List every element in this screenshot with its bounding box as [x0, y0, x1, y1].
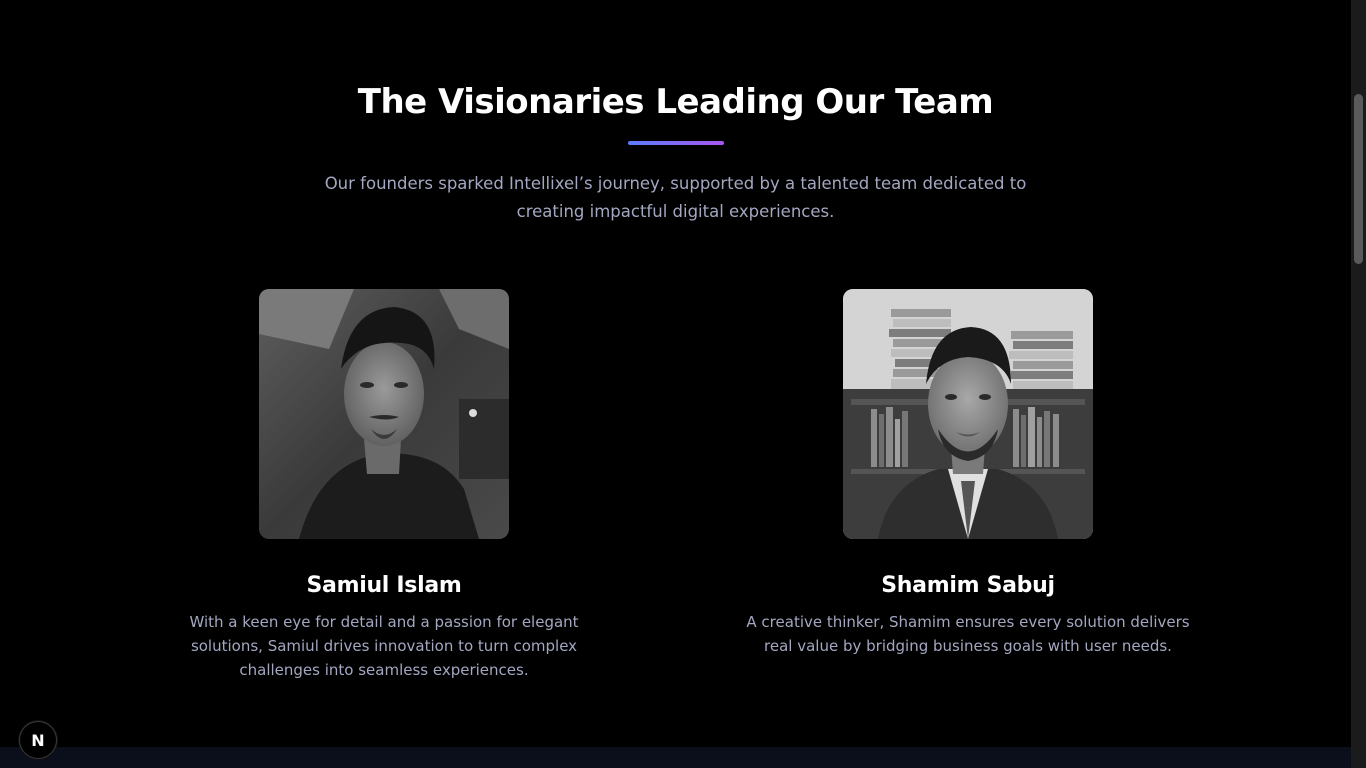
member-bio: A creative thinker, Shamim ensures every… [746, 613, 1190, 655]
member-name: Shamim Sabuj [881, 573, 1055, 598]
vertical-scrollbar[interactable] [1351, 0, 1366, 768]
team-section: The Visionaries Leading Our Team Our fou… [0, 0, 1351, 768]
title-underline [628, 141, 724, 145]
team-member-card: Samiul Islam With a keen eye for detail … [154, 289, 614, 682]
scrollbar-thumb[interactable] [1354, 94, 1363, 264]
portrait-image [843, 289, 1093, 539]
member-photo [843, 289, 1093, 539]
member-bio: With a keen eye for detail and a passion… [189, 613, 579, 679]
portrait-image [259, 289, 509, 539]
badge-letter: N [31, 730, 45, 750]
section-title: The Visionaries Leading Our Team [357, 82, 994, 122]
team-member-card: Shamim Sabuj A creative thinker, Shamim … [738, 289, 1198, 658]
page: The Visionaries Leading Our Team Our fou… [0, 0, 1366, 768]
next-section-edge [0, 747, 1351, 768]
member-photo [259, 289, 509, 539]
nextjs-icon[interactable]: N [19, 721, 57, 759]
section-subtitle: Our founders sparked Intellixel’s journe… [324, 174, 1027, 221]
member-name: Samiul Islam [306, 573, 462, 598]
